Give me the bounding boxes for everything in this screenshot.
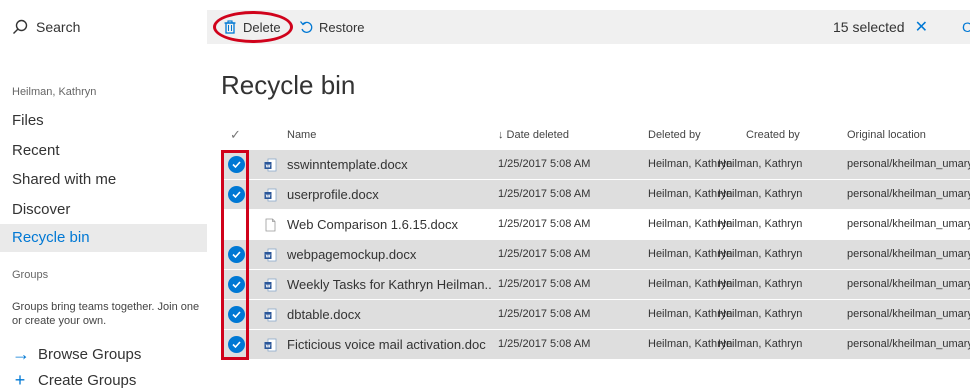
select-all-checkmark-icon[interactable]: ✓ — [230, 122, 241, 148]
row-checkbox-checked-icon[interactable] — [228, 336, 245, 353]
original-location: personal/kheilman_umary — [847, 158, 970, 170]
file-list: w sswinntemplate.docx 1/25/2017 5:08 AM Hei… — [221, 150, 970, 360]
svg-text:w: w — [265, 314, 270, 320]
date-deleted: 1/25/2017 5:08 AM — [498, 278, 591, 290]
file-name[interactable]: Web Comparison 1.6.15.docx — [287, 210, 492, 239]
nav-item-shared-with-me[interactable]: Shared with me — [12, 168, 116, 192]
row-checkbox-checked-icon[interactable] — [228, 276, 245, 293]
original-location: personal/kheilman_umary — [847, 308, 970, 320]
trash-icon — [224, 20, 236, 34]
nav-item-discover[interactable]: Discover — [12, 198, 70, 222]
file-name[interactable]: userprofile.docx — [287, 180, 492, 209]
original-location: personal/kheilman_umary — [847, 338, 970, 350]
svg-text:w: w — [265, 164, 270, 170]
selection-count: 15 selected ✕ — [833, 10, 928, 44]
file-name[interactable]: dbtable.docx — [287, 300, 492, 329]
date-deleted: 1/25/2017 5:08 AM — [498, 158, 591, 170]
created-by: Heilman, Kathryn — [718, 338, 803, 350]
word-file-icon: w — [264, 158, 277, 172]
svg-text:w: w — [265, 344, 270, 350]
date-deleted: 1/25/2017 5:08 AM — [498, 338, 591, 350]
restore-button[interactable]: Restore — [299, 10, 365, 44]
nav-item-recent[interactable]: Recent — [12, 139, 60, 163]
delete-button[interactable]: Delete — [223, 10, 281, 44]
original-location: personal/kheilman_umary — [847, 248, 970, 260]
user-name: Heilman, Kathryn — [12, 86, 97, 98]
table-row[interactable]: w dbtable.docx 1/25/2017 5:08 AM Heilman, K… — [221, 300, 970, 329]
row-checkbox-checked-icon[interactable] — [228, 246, 245, 263]
table-row[interactable]: w Weekly Tasks for Kathryn Heilman.... 1/2… — [221, 270, 970, 299]
groups-description: Groups bring teams together. Join one or… — [12, 301, 200, 327]
column-header-deleted-by[interactable]: Deleted by — [648, 122, 701, 148]
created-by: Heilman, Kathryn — [718, 188, 803, 200]
browse-groups-link[interactable]: → Browse Groups — [12, 344, 141, 365]
svg-text:w: w — [265, 254, 270, 260]
original-location: personal/kheilman_umary — [847, 278, 970, 290]
command-bar: Delete Restore 15 selected ✕ C — [207, 10, 970, 44]
svg-text:w: w — [265, 284, 270, 290]
original-location: personal/kheilman_umary — [847, 218, 970, 230]
table-header: ✓ Name ↓ Date deleted Deleted by Created… — [221, 122, 970, 148]
delete-label: Delete — [243, 19, 281, 35]
create-groups-label: Create Groups — [38, 372, 137, 389]
file-name[interactable]: Weekly Tasks for Kathryn Heilman.... — [287, 270, 492, 299]
file-name[interactable]: Ficticious voice mail activation.doc — [287, 330, 492, 359]
original-location: personal/kheilman_umary — [847, 188, 970, 200]
column-header-original-location[interactable]: Original location — [847, 122, 926, 148]
clear-selection-close-icon[interactable]: ✕ — [915, 17, 928, 37]
sidebar: Search Heilman, Kathryn Files Recent Sha… — [0, 0, 207, 390]
word-file-icon: w — [264, 338, 277, 352]
table-row[interactable]: w sswinntemplate.docx 1/25/2017 5:08 AM Hei… — [221, 150, 970, 179]
table-row[interactable]: w Ficticious voice mail activation.doc 1/2… — [221, 330, 970, 359]
search-icon — [13, 19, 28, 34]
row-checkbox-checked-icon[interactable] — [228, 306, 245, 323]
row-checkbox-checked-icon[interactable] — [228, 156, 245, 173]
restore-label: Restore — [319, 19, 365, 35]
created-by: Heilman, Kathryn — [718, 248, 803, 260]
search-box[interactable]: Search — [12, 16, 80, 38]
word-file-icon: w — [264, 308, 277, 322]
row-checkbox-checked-icon[interactable] — [228, 186, 245, 203]
created-by: Heilman, Kathryn — [718, 278, 803, 290]
date-deleted: 1/25/2017 5:08 AM — [498, 308, 591, 320]
word-file-icon: w — [264, 248, 277, 262]
column-header-created-by[interactable]: Created by — [746, 122, 800, 148]
create-groups-link[interactable]: + Create Groups — [12, 370, 137, 391]
arrow-right-icon: → — [12, 344, 30, 364]
table-row[interactable]: w userprofile.docx 1/25/2017 5:08 AM Heilma… — [221, 180, 970, 209]
column-header-date-deleted[interactable]: ↓ Date deleted — [498, 122, 569, 148]
row-checkbox[interactable] — [228, 216, 245, 233]
groups-label: Groups — [12, 269, 49, 281]
page-title: Recycle bin — [221, 70, 356, 100]
created-by: Heilman, Kathryn — [718, 218, 803, 230]
date-deleted: 1/25/2017 5:08 AM — [498, 188, 591, 200]
file-name[interactable]: sswinntemplate.docx — [287, 150, 492, 179]
word-file-icon: w — [264, 278, 277, 292]
created-by: Heilman, Kathryn — [718, 158, 803, 170]
created-by: Heilman, Kathryn — [718, 308, 803, 320]
restore-icon — [300, 21, 313, 33]
table-row[interactable]: w webpagemockup.docx 1/25/2017 5:08 AM Heil… — [221, 240, 970, 269]
date-deleted: 1/25/2017 5:08 AM — [498, 248, 591, 260]
browse-groups-label: Browse Groups — [38, 346, 142, 363]
search-label: Search — [36, 19, 81, 35]
nav-item-files[interactable]: Files — [12, 109, 44, 133]
nav-item-recycle-bin[interactable]: Recycle bin — [0, 224, 207, 252]
cut-off-toolbar-item[interactable]: C — [962, 10, 970, 44]
generic-file-icon — [265, 218, 276, 232]
word-file-icon: w — [264, 188, 277, 202]
selected-count-label: 15 selected — [832, 19, 905, 35]
table-row[interactable]: Web Comparison 1.6.15.docx 1/25/2017 5:08… — [221, 210, 970, 239]
date-deleted: 1/25/2017 5:08 AM — [498, 218, 591, 230]
svg-text:w: w — [265, 194, 270, 200]
column-header-name[interactable]: Name — [287, 122, 316, 148]
file-name[interactable]: webpagemockup.docx — [287, 240, 492, 269]
plus-icon: + — [14, 370, 26, 390]
